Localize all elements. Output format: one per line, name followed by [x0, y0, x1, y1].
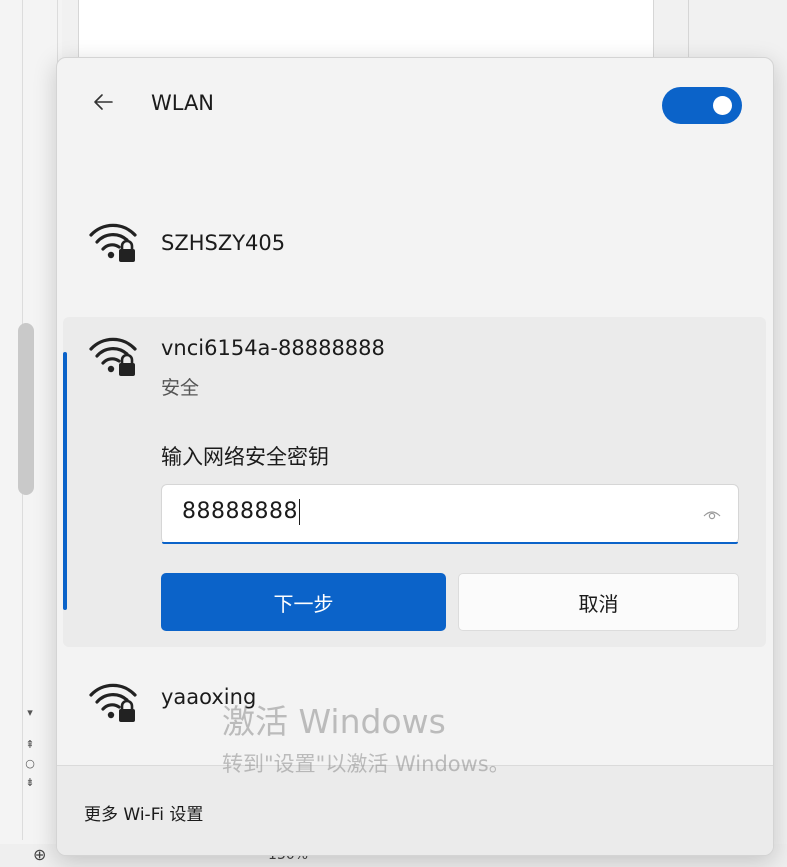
back-arrow-icon [94, 94, 113, 110]
network-status: 安全 [161, 377, 200, 399]
activation-watermark-subtitle: 转到"设置"以激活 Windows。 [222, 752, 510, 776]
back-button[interactable] [87, 86, 119, 118]
toggle-knob [713, 96, 732, 115]
wifi-lock-icon [89, 683, 137, 722]
background-divider [688, 0, 689, 60]
password-prompt: 输入网络安全密钥 [161, 445, 329, 469]
background-document-page [78, 0, 654, 60]
wifi-lock-icon [89, 337, 137, 376]
flyout-title: WLAN [151, 91, 215, 115]
password-input[interactable]: 88888888 [161, 484, 739, 544]
password-text: 88888888 [182, 499, 298, 524]
background-next-page-icon[interactable]: ⇟ [24, 776, 36, 789]
background-scroll-down-icon[interactable]: ▾ [24, 706, 36, 719]
next-button[interactable]: 下一步 [161, 573, 446, 631]
password-value: 88888888 [182, 499, 301, 525]
flyout-header: WLAN [57, 58, 773, 148]
wifi-lock-icon [89, 223, 137, 262]
background-globe-icon[interactable]: ⊕ [33, 845, 46, 864]
wifi-toggle[interactable] [662, 87, 742, 124]
network-item[interactable]: SZHSZY405 [57, 208, 773, 278]
input-focus-underline [162, 542, 738, 544]
more-wifi-settings-link[interactable]: 更多 Wi-Fi 设置 [84, 800, 203, 825]
text-caret [298, 499, 301, 525]
eye-reveal-icon[interactable] [702, 505, 722, 525]
activation-watermark-title: 激活 Windows [222, 702, 446, 741]
network-item-selected[interactable]: vnci6154a-88888888 安全 [57, 320, 773, 410]
background-scrollbar[interactable] [18, 323, 34, 495]
network-name: SZHSZY405 [161, 231, 286, 255]
cancel-button[interactable]: 取消 [458, 573, 739, 631]
background-browse-object-icon[interactable]: ○ [24, 757, 36, 770]
background-prev-page-icon[interactable]: ⇞ [24, 738, 36, 751]
network-name: vnci6154a-88888888 [161, 336, 385, 360]
flyout-footer: 更多 Wi-Fi 设置 [57, 765, 773, 855]
